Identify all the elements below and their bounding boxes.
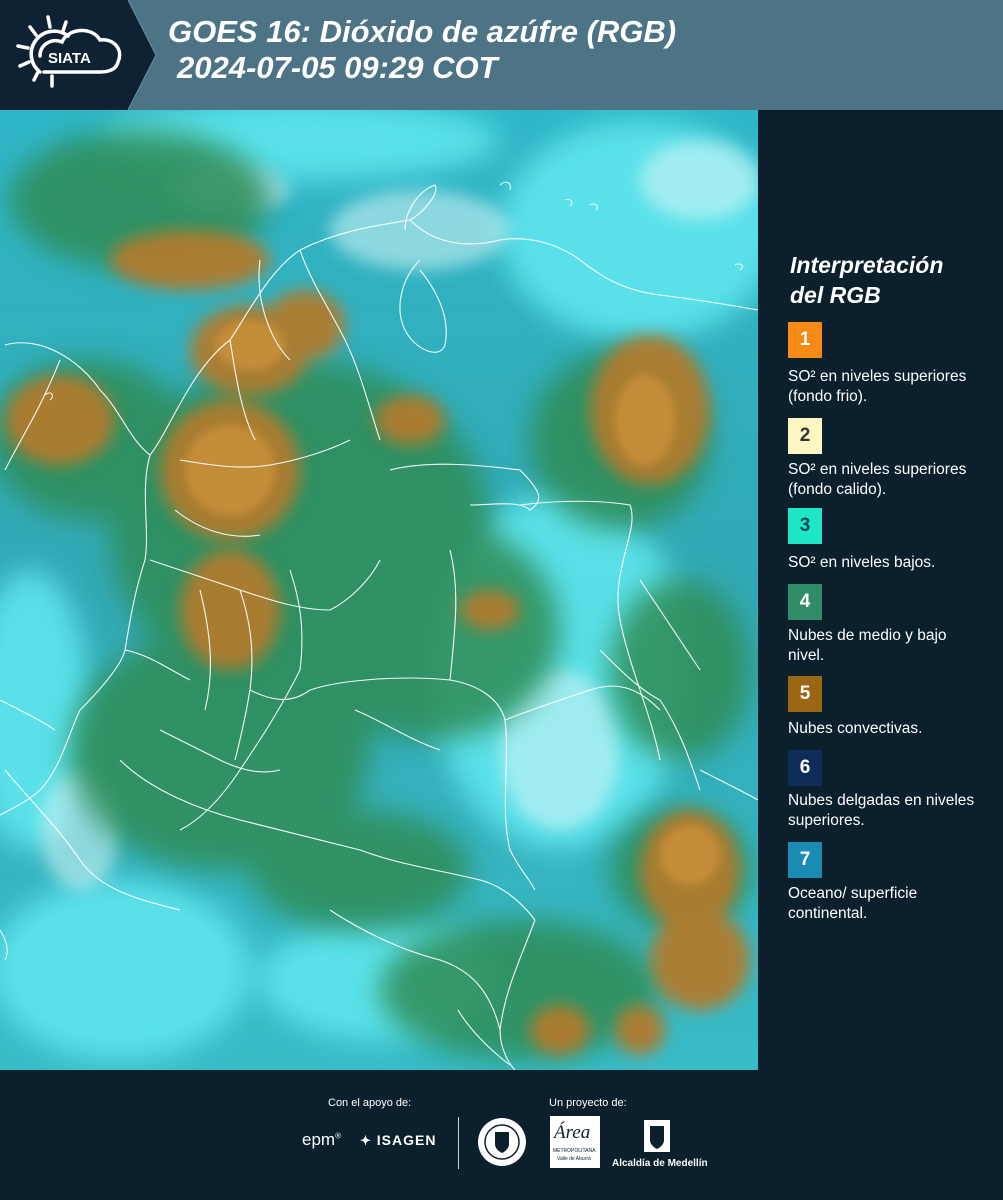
sun-cloud-icon: SIATA <box>16 15 122 88</box>
legend-panel: Interpretación del RGB 1 SO² en niveles … <box>758 110 1003 1070</box>
legend-label-5: Nubes convectivas. <box>788 720 923 737</box>
alcaldia-logo-text: Alcaldía de Medellín <box>612 1158 708 1169</box>
isagen-logo: ✦ ISAGEN <box>360 1132 436 1149</box>
title-line-1: GOES 16: Dióxido de azúfre (RGB) <box>168 14 677 49</box>
legend-swatch-3: 3 <box>788 508 822 544</box>
legend-swatch-1: 1 <box>788 322 822 358</box>
epm-logo-text: epm <box>302 1130 336 1149</box>
legend-label-3: SO² en niveles bajos. <box>788 554 936 571</box>
header-bar: SIATA GOES 16: Dióxido de azúfre (RGB) 20… <box>0 0 1003 110</box>
legend-title-line-1: Interpretación <box>790 252 944 278</box>
header-arrow-outline <box>128 0 157 110</box>
alcaldia-shield-icon <box>644 1120 670 1152</box>
legend-swatch-2: 2 <box>788 418 822 454</box>
title-line-2: 2024-07-05 09:29 COT <box>177 50 498 85</box>
legend-title: Interpretación del RGB <box>790 250 943 310</box>
legend-label-1: SO² en niveles superiores (fondo frio). <box>788 368 967 405</box>
legend-swatch-7: 7 <box>788 842 822 878</box>
legend-label-4: Nubes de medio y bajo nivel. <box>788 627 947 664</box>
area-metropolitana-logo-sub2: Valle de Aburrá <box>557 1156 591 1162</box>
isagen-mark-icon: ✦ <box>360 1133 372 1148</box>
siata-logo: SIATA <box>0 0 128 110</box>
area-metropolitana-logo-sub: METROPOLITANA <box>553 1148 596 1154</box>
footer-divider <box>458 1117 459 1169</box>
legend-swatch-6: 6 <box>788 750 822 786</box>
area-metropolitana-logo-text: Área <box>554 1122 591 1143</box>
isagen-logo-text: ISAGEN <box>376 1132 437 1148</box>
medellin-seal-icon <box>478 1118 526 1166</box>
rgb-satellite-image <box>0 110 758 1070</box>
legend-label-7: Oceano/ superficie continental. <box>788 885 918 922</box>
svg-text:SIATA: SIATA <box>48 50 91 67</box>
legend-swatch-5: 5 <box>788 676 822 712</box>
satellite-map <box>0 110 758 1070</box>
page-title: GOES 16: Dióxido de azúfre (RGB) 2024-07-… <box>168 14 676 86</box>
project-label: Un proyecto de: <box>549 1097 627 1109</box>
area-metropolitana-logo: Área METROPOLITANA Valle de Aburrá <box>550 1116 600 1168</box>
epm-logo: epm® <box>302 1130 341 1149</box>
legend-title-line-2: del RGB <box>790 282 881 308</box>
legend-label-6: Nubes delgadas en niveles superiores. <box>788 792 975 829</box>
legend-label-2: SO² en niveles superiores (fondo calido)… <box>788 461 967 498</box>
support-label: Con el apoyo de: <box>328 1097 412 1109</box>
footer: Con el apoyo de: Un proyecto de: epm® ✦ … <box>0 1070 1003 1200</box>
legend-swatch-4: 4 <box>788 584 822 620</box>
